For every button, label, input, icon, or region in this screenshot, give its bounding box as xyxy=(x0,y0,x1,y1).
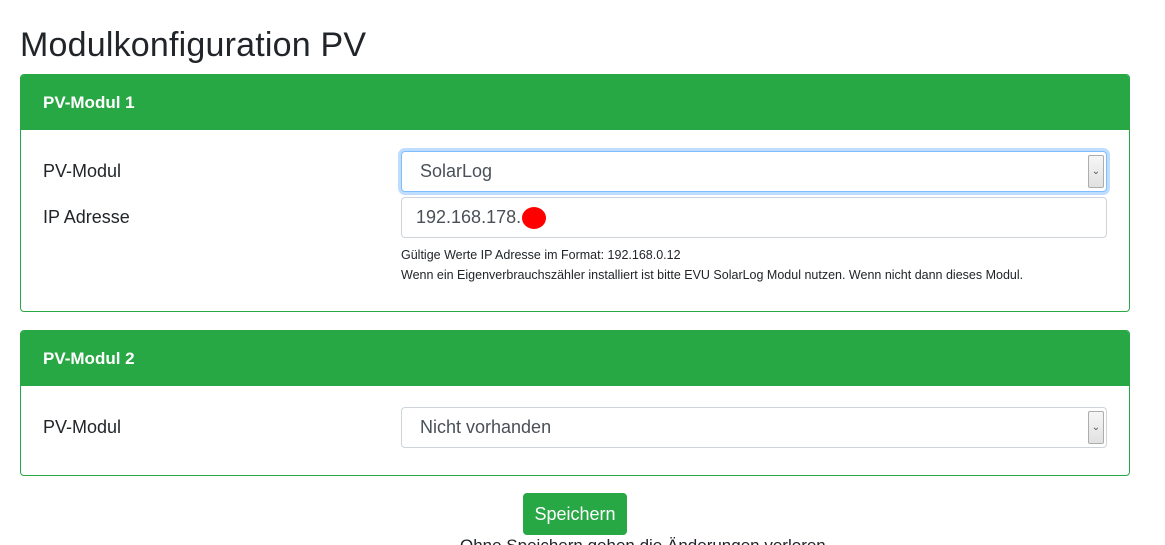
ip-help-line-1: Gültige Werte IP Adresse im Format: 192.… xyxy=(401,248,681,262)
pv-module-2-select[interactable]: Nicht vorhanden ⌄ xyxy=(401,407,1107,448)
ip-help-line-2: Wenn ein Eigenverbrauchszähler installie… xyxy=(401,268,1024,282)
pv-module-2-selected-value: Nicht vorhanden xyxy=(420,417,552,437)
chevron-down-icon[interactable]: ⌄ xyxy=(1088,155,1104,188)
pv-modul-label: PV-Modul xyxy=(43,161,122,181)
pv-module-1-selected-value: SolarLog xyxy=(420,161,493,181)
ip-address-label: IP Adresse xyxy=(43,207,130,227)
ip-address-value: 192.168.178. xyxy=(416,207,522,227)
pv-module-1-card: PV-Modul 1 PV-Modul SolarLog ⌄ IP Adress… xyxy=(20,74,1130,312)
redaction-mark xyxy=(522,206,547,229)
pv-module-1-select[interactable]: SolarLog ⌄ xyxy=(401,151,1107,192)
pv-module-2-card: PV-Modul 2 PV-Modul Nicht vorhanden ⌄ xyxy=(20,330,1130,476)
ip-help-text: Gültige Werte IP Adresse im Format: 192.… xyxy=(401,245,1023,285)
unsaved-changes-note: Ohne Speichern gehen die Änderungen verl… xyxy=(460,536,826,545)
save-button[interactable]: Speichern xyxy=(523,493,627,535)
pv-module-2-header: PV-Modul 2 xyxy=(21,331,1129,386)
ip-address-input[interactable]: 192.168.178. xyxy=(401,197,1107,238)
pv-module-1-header: PV-Modul 1 xyxy=(21,75,1129,130)
chevron-down-icon[interactable]: ⌄ xyxy=(1088,411,1104,444)
page-title: Modulkonfiguration PV xyxy=(20,26,367,64)
module-config-page: Modulkonfiguration PV PV-Modul 1 PV-Modu… xyxy=(0,0,1165,545)
pv-modul-label: PV-Modul xyxy=(43,417,122,437)
